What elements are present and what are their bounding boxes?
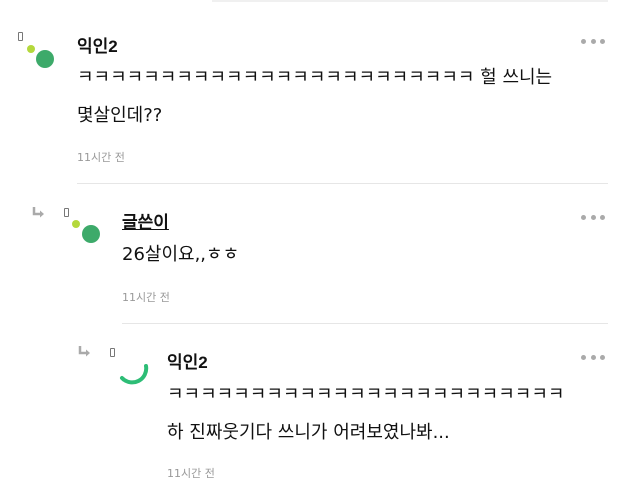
avatar-dot-large xyxy=(82,225,100,243)
comment-divider xyxy=(122,323,608,324)
avatar-dot-large xyxy=(36,50,54,68)
reply-arrow-icon xyxy=(32,207,44,218)
avatar-arc-icon xyxy=(120,364,149,385)
avatar-badge-icon xyxy=(64,208,69,217)
avatar[interactable] xyxy=(18,32,54,72)
comment-divider xyxy=(77,183,608,184)
reply-arrow-icon xyxy=(78,346,90,357)
more-options-icon[interactable] xyxy=(581,36,605,46)
avatar-dot-small xyxy=(72,220,80,228)
top-divider xyxy=(212,0,608,2)
comment-timestamp: 11시간 전 xyxy=(122,291,170,304)
comment-text-line: 몇살인데?? xyxy=(77,105,163,126)
avatar[interactable] xyxy=(110,348,149,388)
comment-timestamp: 11시간 전 xyxy=(77,151,125,164)
avatar[interactable] xyxy=(64,208,100,248)
avatar-dot-small xyxy=(27,45,35,53)
comment-nickname[interactable]: 익인2 xyxy=(77,32,118,57)
more-options-icon[interactable] xyxy=(581,352,605,362)
comment-timestamp: 11시간 전 xyxy=(167,467,215,480)
comment-text-line: 하 진짜웃기다 쓰니가 어려보였나봐... xyxy=(167,422,450,443)
more-options-icon[interactable] xyxy=(581,212,605,222)
avatar-badge-icon xyxy=(18,32,23,41)
comment-nickname[interactable]: 글쓴이 xyxy=(122,208,169,233)
comment-text-line: 26살이요,,ㅎㅎ xyxy=(122,244,240,265)
comment-text-line: ㅋㅋㅋㅋㅋㅋㅋㅋㅋㅋㅋㅋㅋㅋㅋㅋㅋㅋㅋㅋㅋㅋㅋㅋ 헐 쓰니는 xyxy=(77,67,553,88)
comment-text-line: ㅋㅋㅋㅋㅋㅋㅋㅋㅋㅋㅋㅋㅋㅋㅋㅋㅋㅋㅋㅋㅋㅋㅋㅋ xyxy=(167,384,565,405)
comment-nickname[interactable]: 익인2 xyxy=(167,348,208,373)
